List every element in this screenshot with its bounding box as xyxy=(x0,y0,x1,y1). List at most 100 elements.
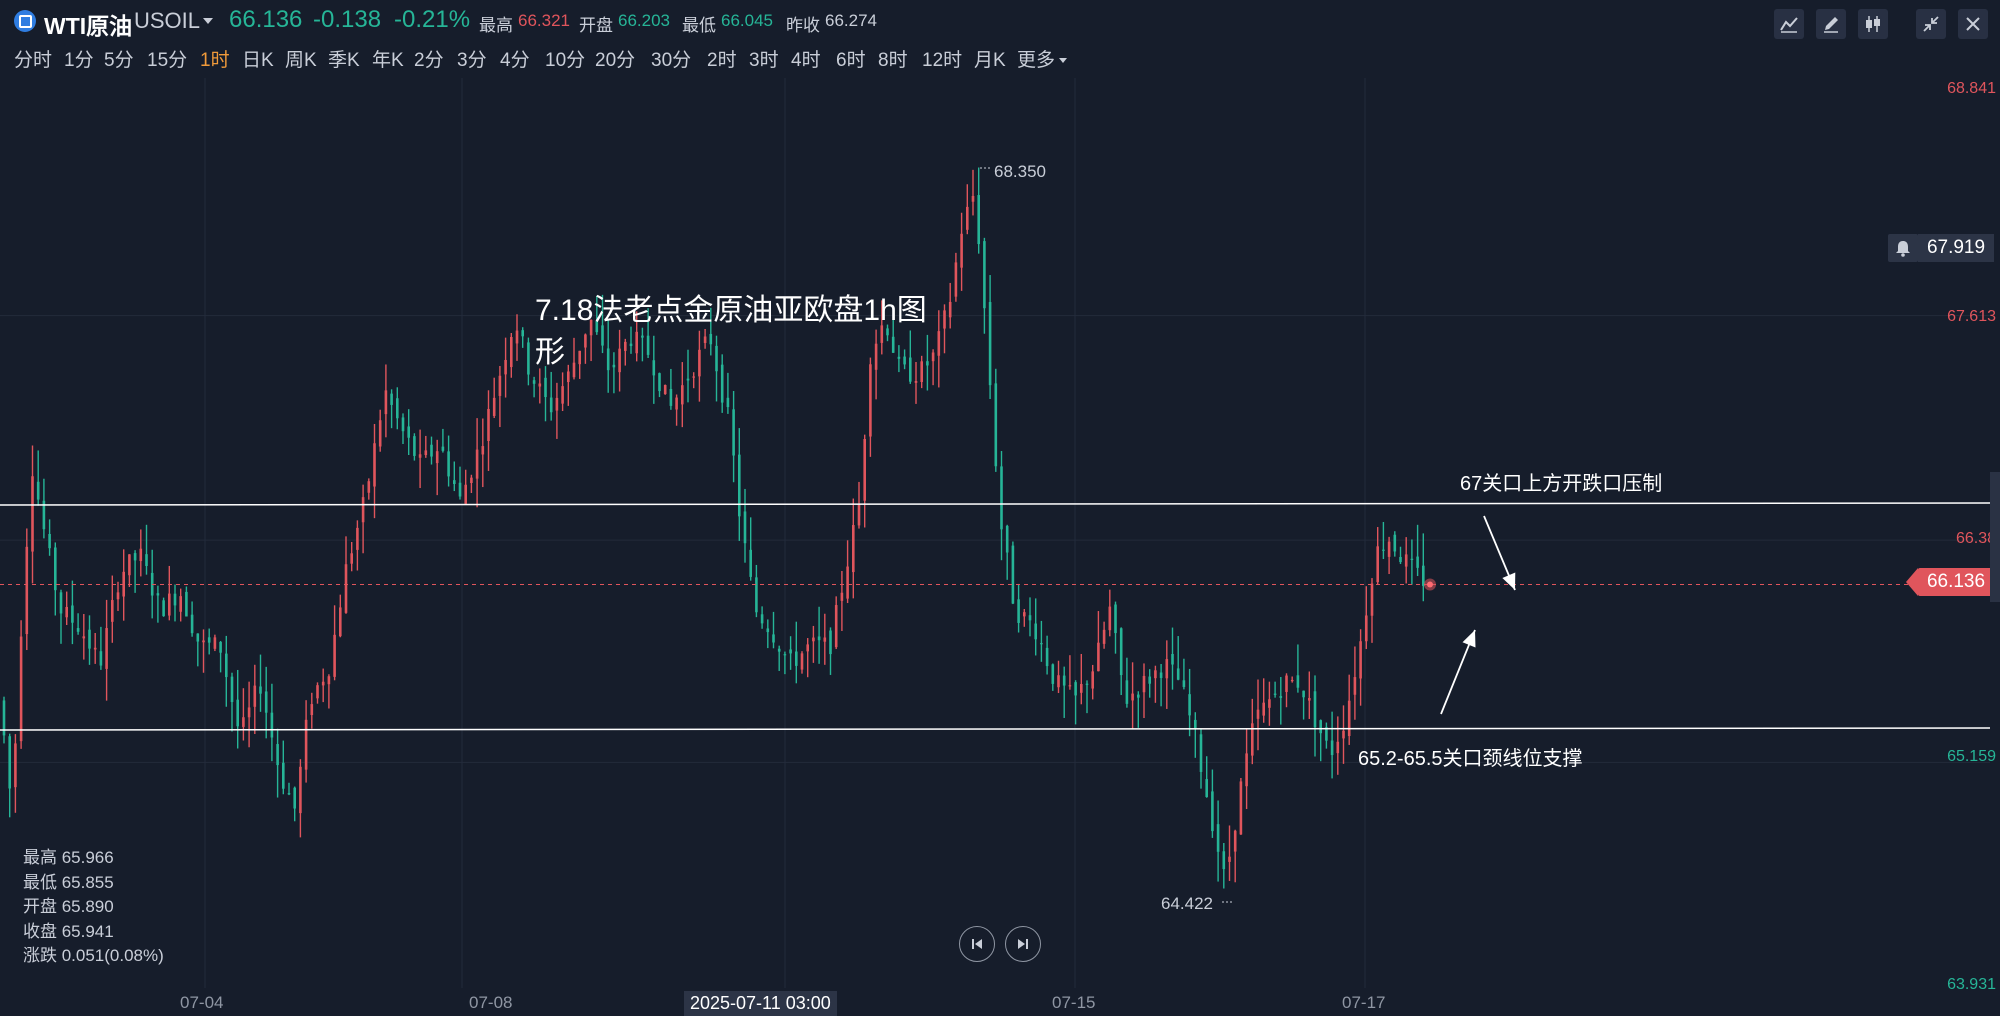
candle-body xyxy=(213,637,217,649)
period-11[interactable]: 4分 xyxy=(500,45,530,72)
candle-body xyxy=(504,359,507,375)
candle-body xyxy=(823,637,827,642)
right-scroll-handle[interactable] xyxy=(1990,472,2000,602)
support-line[interactable] xyxy=(0,727,1991,731)
candle-body xyxy=(1171,653,1174,665)
candle-body xyxy=(316,685,319,699)
candle-body xyxy=(333,634,336,677)
candle-body xyxy=(1353,677,1357,695)
ohlc-open: 开盘 65.890 xyxy=(23,897,114,916)
candle-body xyxy=(1239,781,1243,835)
date-axis-label: 07-08 xyxy=(469,993,513,1012)
skip-back-button[interactable] xyxy=(959,926,995,962)
candle-body xyxy=(738,454,741,517)
period-7[interactable]: 季K xyxy=(328,45,360,72)
close-icon[interactable] xyxy=(1958,9,1988,39)
period-10[interactable]: 3分 xyxy=(457,45,487,72)
candlestick-icon[interactable] xyxy=(1858,9,1888,39)
period-20[interactable]: 12时 xyxy=(922,45,962,72)
candle-body xyxy=(447,451,450,477)
chart-window: WTI原油 USOIL 66.136 -0.138 -0.21% 最高 66.3… xyxy=(0,0,2000,1016)
candle-body xyxy=(99,651,103,666)
symbol-name[interactable]: WTI原油 xyxy=(44,7,132,41)
candle-body xyxy=(1159,672,1163,678)
candle-body xyxy=(1148,676,1151,684)
period-5[interactable]: 日K xyxy=(242,45,274,72)
prev-close-value: 66.274 xyxy=(825,11,877,30)
period-0[interactable]: 分时 xyxy=(14,45,52,72)
oil-logo-icon xyxy=(14,10,36,32)
candle-body xyxy=(686,378,690,381)
candle-body xyxy=(863,438,866,501)
candle-body xyxy=(293,787,296,809)
candle-body xyxy=(1245,753,1248,787)
current-price-tag: 66.136 xyxy=(1906,568,1994,596)
candle-body xyxy=(960,233,963,268)
period-16[interactable]: 3时 xyxy=(749,45,779,72)
price-axis-level2: 67.613 xyxy=(1947,308,1996,325)
period-14[interactable]: 30分 xyxy=(651,45,691,72)
candle-body xyxy=(1017,599,1020,623)
candle-body xyxy=(430,444,433,457)
period-6[interactable]: 周K xyxy=(285,45,317,72)
candle-body xyxy=(1359,641,1362,679)
candle-body xyxy=(418,454,422,458)
candlestick-chart[interactable] xyxy=(0,78,2000,1016)
line-tool-icon[interactable] xyxy=(1774,9,1804,39)
period-22[interactable]: 更多 xyxy=(1017,45,1068,72)
candle-body xyxy=(270,712,274,738)
candle-body xyxy=(1125,680,1129,704)
candle-body xyxy=(966,206,969,230)
support-annotation: 65.2-65.5关口颈线位支撑 xyxy=(1358,748,1583,770)
resistance-line[interactable] xyxy=(0,502,1991,506)
draw-pen-icon[interactable] xyxy=(1816,9,1846,39)
candle-body xyxy=(453,480,456,484)
candle-body xyxy=(988,302,992,386)
ohlc-low: 最低 65.855 xyxy=(23,872,114,892)
candle-body xyxy=(71,605,74,623)
candle-body xyxy=(783,654,787,656)
candle-body xyxy=(1216,824,1220,852)
candle-body xyxy=(498,375,502,396)
period-15[interactable]: 2时 xyxy=(707,45,737,72)
candle-body xyxy=(1194,719,1197,729)
candle-body xyxy=(1000,466,1003,530)
period-1[interactable]: 1分 xyxy=(64,45,94,72)
candle-body xyxy=(1131,693,1134,701)
candle-body xyxy=(1313,691,1317,728)
period-9[interactable]: 2分 xyxy=(414,45,444,72)
candle-body xyxy=(658,373,661,392)
candle-body xyxy=(1382,549,1385,551)
candle-body xyxy=(777,648,781,652)
candle-body xyxy=(1422,565,1425,586)
candle-body xyxy=(242,717,245,727)
collapse-icon[interactable] xyxy=(1916,9,1946,39)
period-12[interactable]: 10分 xyxy=(545,45,585,72)
period-8[interactable]: 年K xyxy=(372,45,404,72)
symbol-dropdown-icon[interactable] xyxy=(203,18,213,24)
alert-price[interactable]: 67.919 xyxy=(1918,234,1994,262)
period-2[interactable]: 5分 xyxy=(104,45,134,72)
candle-body xyxy=(1108,606,1112,631)
open-label: 开盘 xyxy=(579,16,613,35)
high-marker-label: 68.350 xyxy=(994,162,1046,181)
period-21[interactable]: 月K xyxy=(974,45,1006,72)
period-18[interactable]: 6时 xyxy=(836,45,866,72)
candle-body xyxy=(407,426,410,438)
symbol-code[interactable]: USOIL xyxy=(134,8,200,34)
period-19[interactable]: 8时 xyxy=(878,45,908,72)
period-4[interactable]: 1时 xyxy=(200,45,230,72)
period-3[interactable]: 15分 xyxy=(147,45,187,72)
candle-body xyxy=(1005,525,1009,553)
bell-icon[interactable] xyxy=(1888,234,1918,262)
candle-body xyxy=(458,482,462,497)
candle-body xyxy=(373,443,376,487)
skip-forward-button[interactable] xyxy=(1005,926,1041,962)
candle-body xyxy=(287,793,291,795)
period-17[interactable]: 4时 xyxy=(791,45,821,72)
chart-canvas[interactable] xyxy=(0,78,2000,1016)
period-13[interactable]: 20分 xyxy=(595,45,635,72)
candle-body xyxy=(1290,679,1294,682)
low-value: 66.045 xyxy=(721,11,773,30)
candle-body xyxy=(1308,698,1311,701)
